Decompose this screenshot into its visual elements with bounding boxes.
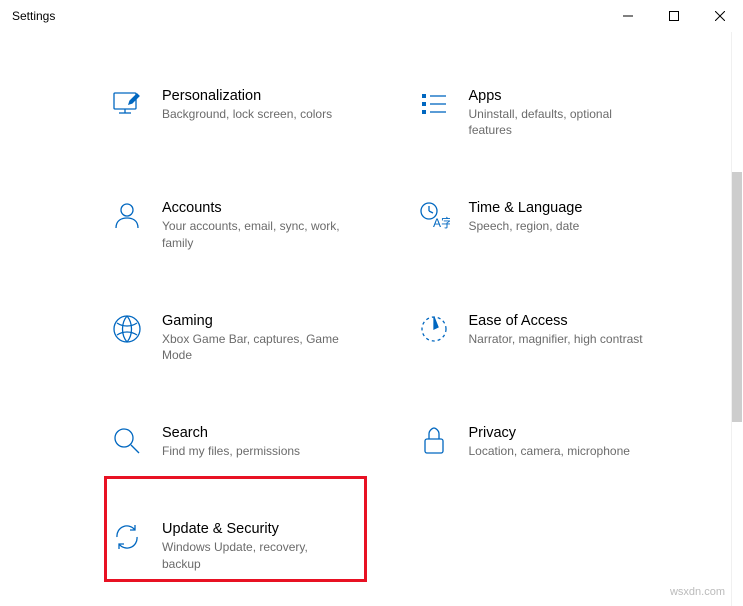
category-desc: Background, lock screen, colors <box>162 106 332 122</box>
category-title: Personalization <box>162 88 332 104</box>
category-title: Apps <box>469 88 649 104</box>
category-desc: Narrator, magnifier, high contrast <box>469 331 643 347</box>
category-title: Search <box>162 425 300 441</box>
window-title: Settings <box>12 9 55 23</box>
category-gaming[interactable]: Gaming Xbox Game Bar, captures, Game Mod… <box>110 307 377 369</box>
category-title: Update & Security <box>162 521 342 537</box>
vertical-scrollbar[interactable] <box>731 32 743 606</box>
maximize-button[interactable] <box>651 0 697 32</box>
category-desc: Location, camera, microphone <box>469 443 630 459</box>
category-desc: Windows Update, recovery, backup <box>162 539 342 571</box>
category-apps[interactable]: Apps Uninstall, defaults, optional featu… <box>417 82 684 144</box>
scrollbar-thumb[interactable] <box>732 172 742 422</box>
close-button[interactable] <box>697 0 743 32</box>
category-desc: Find my files, permissions <box>162 443 300 459</box>
watermark-text: wsxdn.com <box>670 586 725 598</box>
settings-categories: Personalization Background, lock screen,… <box>0 32 743 598</box>
category-title: Privacy <box>469 425 630 441</box>
svg-text:A字: A字 <box>433 215 450 230</box>
minimize-button[interactable] <box>605 0 651 32</box>
search-icon <box>110 425 144 459</box>
category-desc: Xbox Game Bar, captures, Game Mode <box>162 331 342 363</box>
gaming-icon <box>110 313 144 347</box>
update-security-icon <box>110 521 144 555</box>
apps-icon <box>417 88 451 122</box>
privacy-icon <box>417 425 451 459</box>
time-language-icon: A字 <box>417 200 451 234</box>
category-update-security[interactable]: Update & Security Windows Update, recove… <box>110 515 377 577</box>
category-title: Accounts <box>162 200 342 216</box>
category-title: Gaming <box>162 313 342 329</box>
category-privacy[interactable]: Privacy Location, camera, microphone <box>417 419 684 465</box>
category-ease-of-access[interactable]: Ease of Access Narrator, magnifier, high… <box>417 307 684 369</box>
titlebar: Settings <box>0 0 743 32</box>
category-desc: Speech, region, date <box>469 218 583 234</box>
category-search[interactable]: Search Find my files, permissions <box>110 419 377 465</box>
category-time-language[interactable]: A字 Time & Language Speech, region, date <box>417 194 684 256</box>
personalization-icon <box>110 88 144 122</box>
category-personalization[interactable]: Personalization Background, lock screen,… <box>110 82 377 144</box>
category-accounts[interactable]: Accounts Your accounts, email, sync, wor… <box>110 194 377 256</box>
category-title: Time & Language <box>469 200 583 216</box>
category-desc: Your accounts, email, sync, work, family <box>162 218 342 250</box>
category-title: Ease of Access <box>469 313 643 329</box>
accounts-icon <box>110 200 144 234</box>
ease-of-access-icon <box>417 313 451 347</box>
category-desc: Uninstall, defaults, optional features <box>469 106 649 138</box>
window-controls <box>605 0 743 32</box>
